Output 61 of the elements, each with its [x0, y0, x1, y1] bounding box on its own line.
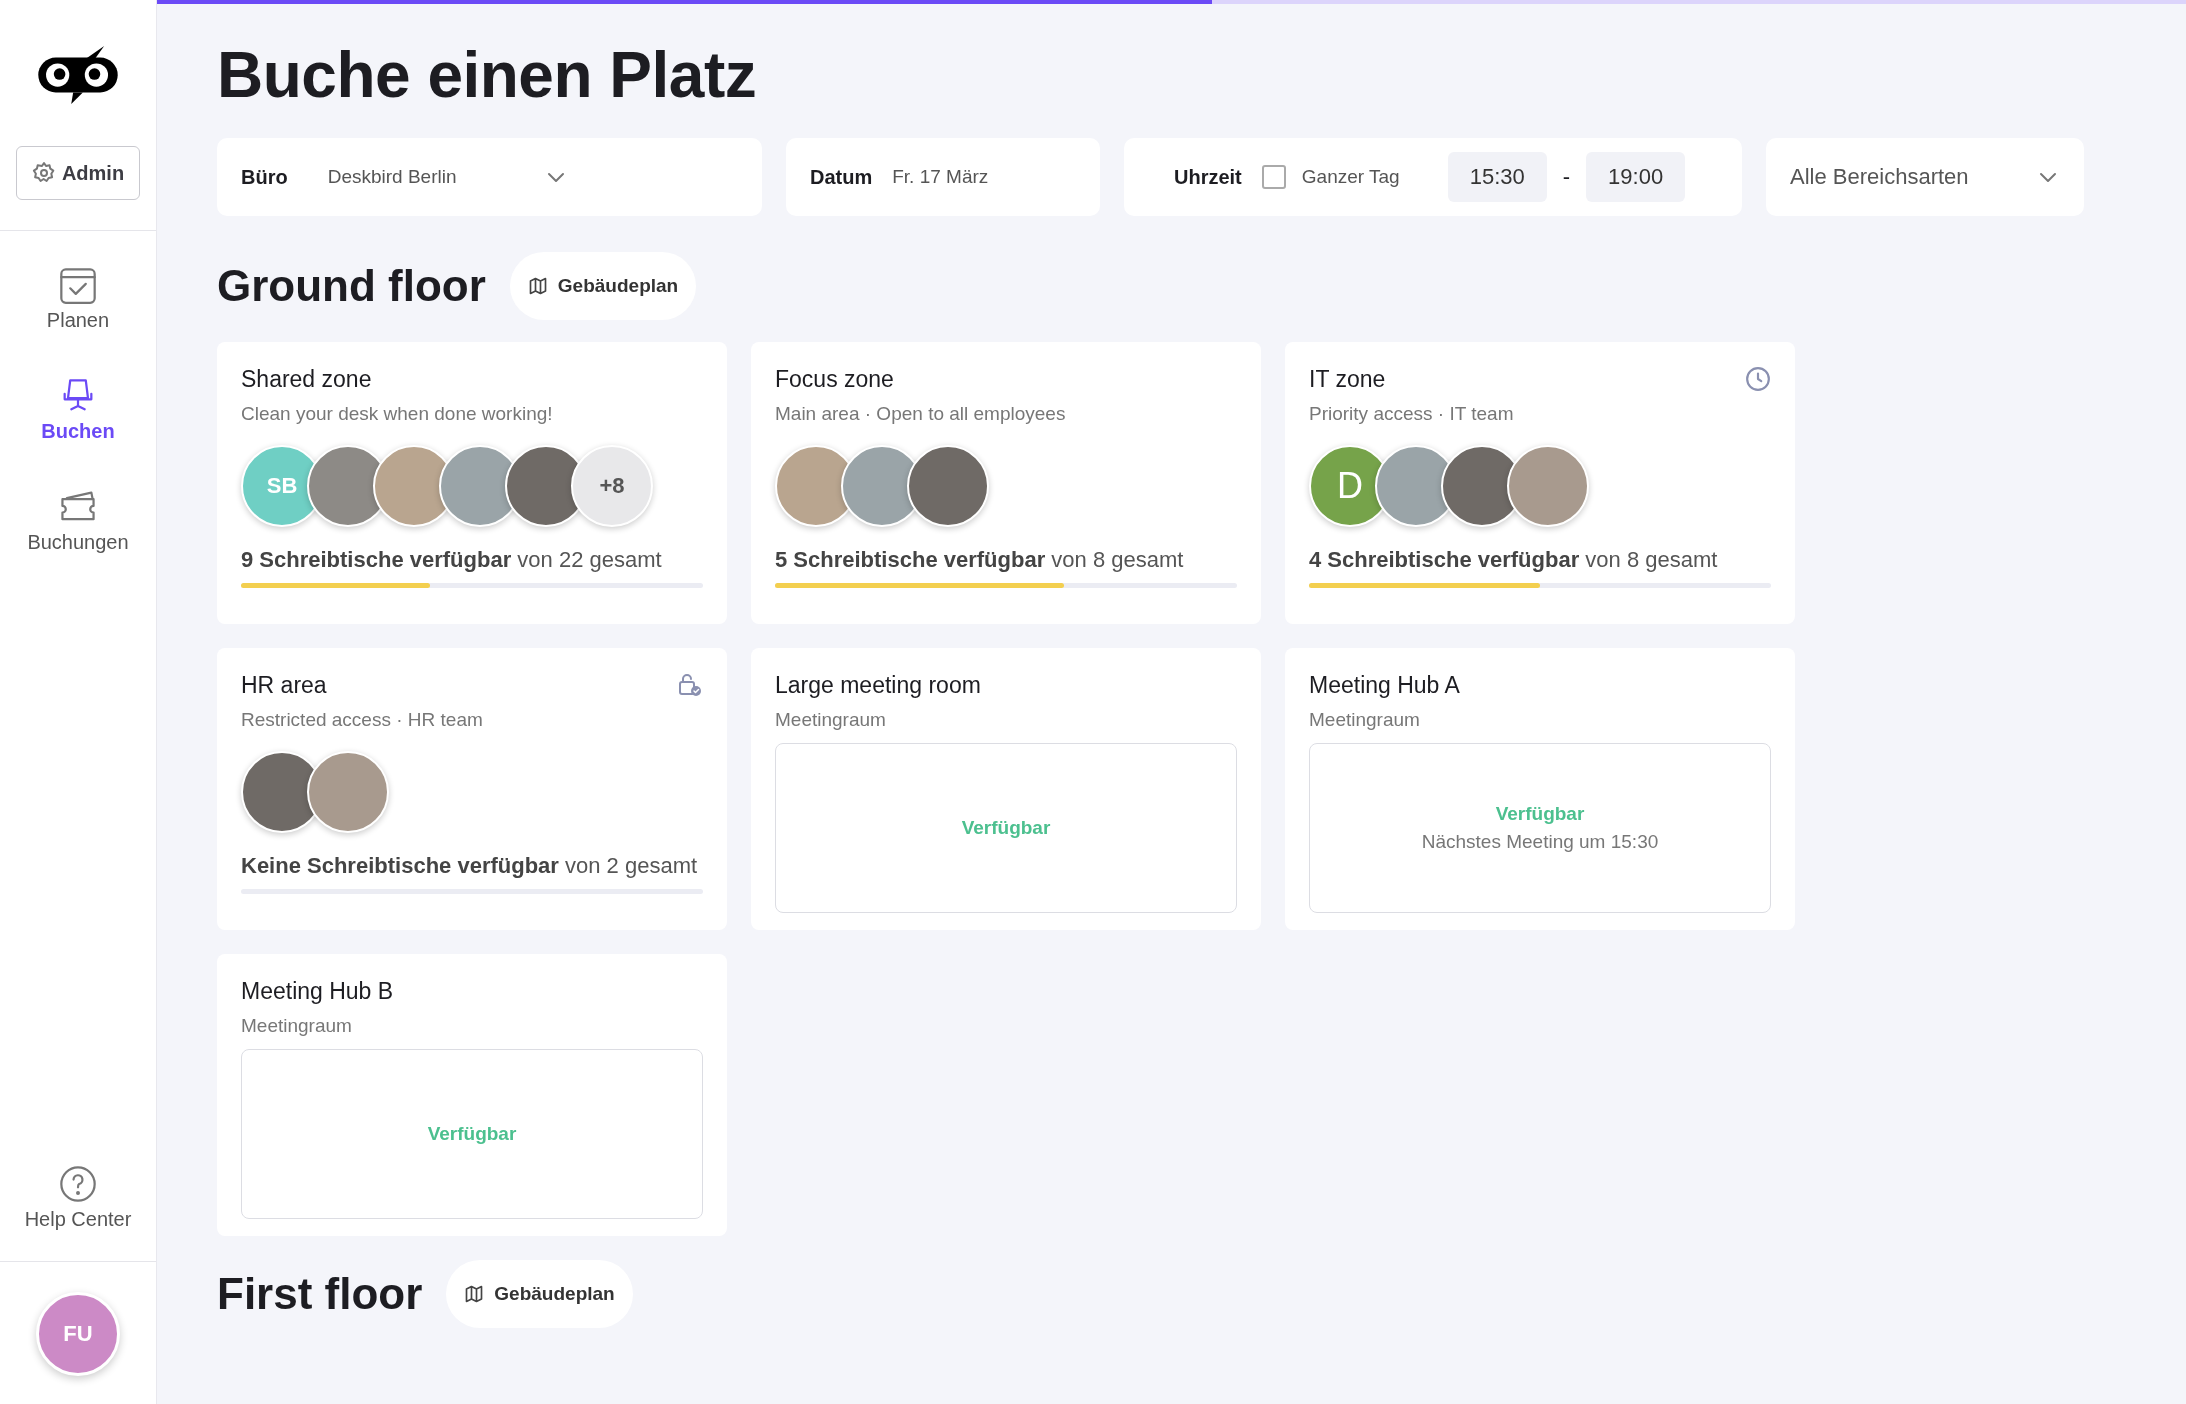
building-plan-button[interactable]: Gebäudeplan [509, 252, 697, 320]
date-label: Datum [810, 165, 873, 189]
nav-item[interactable]: Buchungen [27, 487, 129, 554]
map-icon [464, 1284, 485, 1304]
all-day-label: Ganzer Tag [1301, 166, 1400, 188]
area-title: IT zone [1309, 366, 1387, 393]
area-title: Focus zone [775, 366, 895, 393]
admin-button[interactable]: Admin [16, 146, 140, 200]
date-picker[interactable]: Datum Fr. 17 März [786, 138, 1100, 216]
area-card[interactable]: Focus zone Main area · Open to all employees 5 Schreibtische verfügbar von 8 gesamt [751, 342, 1261, 624]
area-subtitle: Meetingraum [241, 1015, 353, 1037]
lock-icon [677, 672, 703, 698]
start-time-field[interactable]: 15:30 [1447, 152, 1547, 202]
date-value: Fr. 17 März [892, 166, 989, 188]
office-value: Deskbird Berlin [327, 166, 457, 188]
area-subtitle: Clean your desk when done working! [241, 403, 554, 425]
floor-title: First floor [217, 1269, 423, 1319]
office-label: Büro [241, 165, 288, 189]
area-subtitle: Restricted access · HR team [241, 709, 484, 731]
area-card[interactable]: Meeting Hub A Meetingraum Verfügbar Nächstes Meeting um 15:30 [1285, 648, 1795, 930]
area-title: Meeting Hub A [1309, 672, 1461, 699]
settings-icon [31, 161, 56, 185]
area-title: Shared zone [241, 366, 373, 393]
calendar-icon [58, 265, 98, 305]
room-status: Verfügbar [427, 1123, 517, 1145]
area-type-select[interactable]: Alle Bereichsarten [1766, 138, 2084, 216]
map-icon [527, 276, 548, 296]
area-title: HR area [241, 672, 328, 699]
floor-title: Ground floor [217, 261, 486, 311]
all-day-checkbox[interactable] [1261, 165, 1286, 189]
area-subtitle: Main area · Open to all employees [775, 403, 1067, 425]
area-title: Meeting Hub B [241, 978, 395, 1005]
area-card[interactable]: Meeting Hub B Meetingraum Verfügbar [217, 954, 727, 1236]
time-separator: - [1562, 164, 1571, 190]
office-select[interactable]: Büro Deskbird Berlin [217, 138, 762, 216]
availability-text: 4 Schreibtische verfügbar von 8 gesamt [1309, 546, 1719, 574]
area-subtitle: Priority access · IT team [1309, 403, 1515, 425]
availability-text: 9 Schreibtische verfügbar von 22 gesamt [241, 546, 663, 574]
area-subtitle: Meetingraum [775, 709, 887, 731]
room-status: Verfügbar [961, 817, 1051, 839]
page-title: Buche einen Platz [217, 38, 758, 112]
room-status: Verfügbar [1495, 803, 1585, 825]
clock-icon [1745, 366, 1771, 392]
availability-text: 5 Schreibtische verfügbar von 8 gesamt [775, 546, 1185, 574]
area-subtitle: Meetingraum [1309, 709, 1421, 731]
area-card[interactable]: Large meeting room Meetingraum Verfügbar [751, 648, 1261, 930]
help-center-link[interactable]: Help Center [24, 1164, 132, 1231]
time-label: Uhrzeit [1174, 165, 1242, 189]
area-card[interactable]: HR area Restricted access · HR team Keine Schreibtische verfügbar von 2 gesamt [217, 648, 727, 930]
area-title: Large meeting room [775, 672, 982, 699]
area-card[interactable]: IT zone Priority access · IT team D 4 Schreibtische verfügbar von 8 gesamt [1285, 342, 1795, 624]
end-time-field[interactable]: 19:00 [1586, 152, 1686, 202]
availability-text: Keine Schreibtische verfügbar von 2 gesamt [241, 852, 699, 880]
more-count: +8 [571, 445, 653, 527]
nav-item[interactable]: Planen [46, 265, 110, 332]
next-meeting-text: Nächstes Meeting um 15:30 [1421, 831, 1659, 853]
area-type-value: Alle Bereichsarten [1790, 164, 1970, 190]
building-plan-button[interactable]: Gebäudeplan [446, 1260, 633, 1328]
nav-item[interactable]: Buchen [41, 376, 115, 443]
area-card[interactable]: Shared zone Clean your desk when done working! SB +8 9 Schreibtische verfügbar von 22 gesamt [217, 342, 727, 624]
help-icon [58, 1164, 98, 1204]
